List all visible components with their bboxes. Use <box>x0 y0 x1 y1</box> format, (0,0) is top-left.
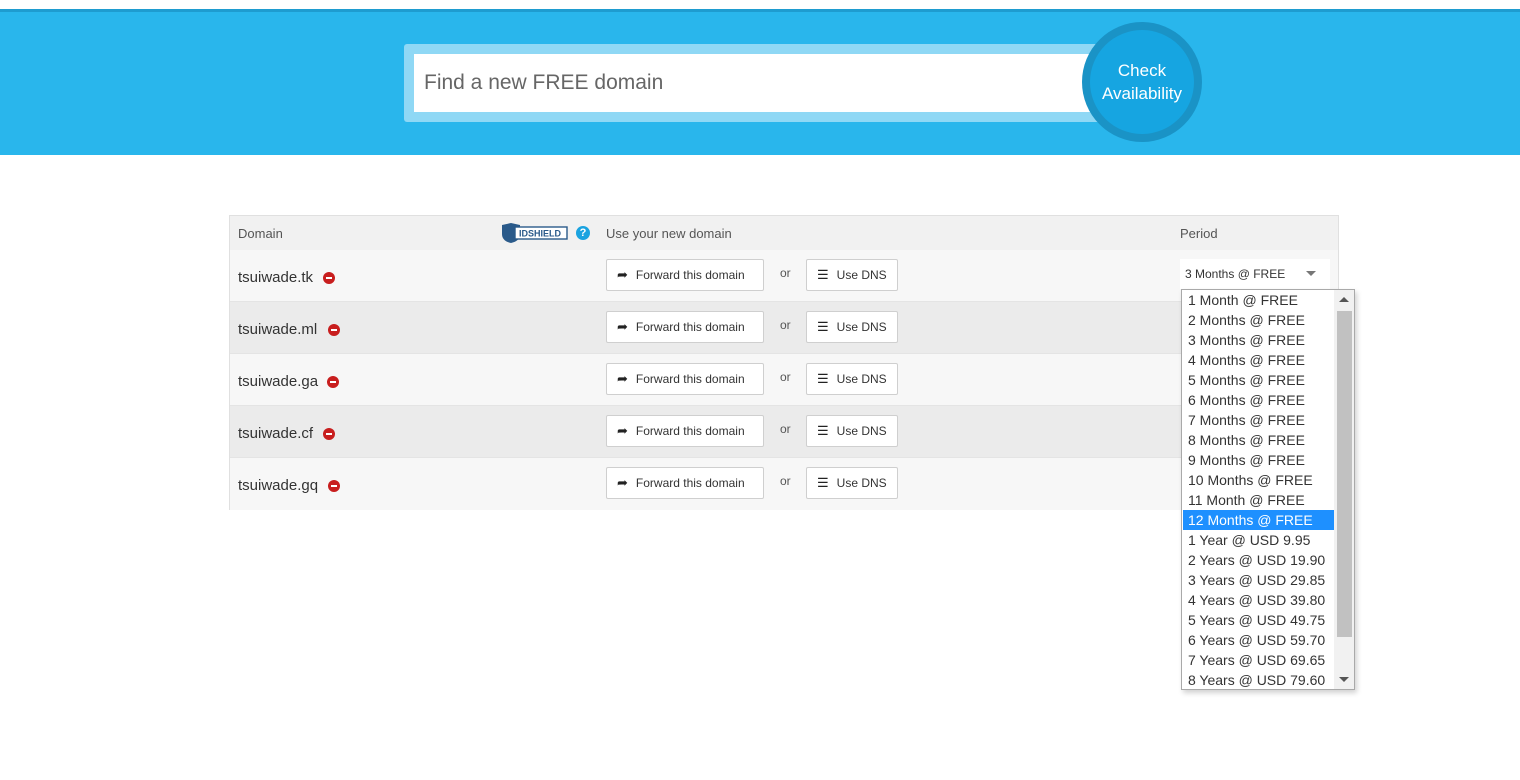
dropdown-scrollbar[interactable] <box>1334 290 1354 689</box>
check-button-label-line2: Availability <box>1101 84 1182 103</box>
or-label: or <box>780 474 791 488</box>
period-option[interactable]: 7 Years @ USD 69.65 <box>1183 650 1334 670</box>
header-domain: Domain <box>238 226 283 241</box>
share-arrow-icon: ➦ <box>617 475 628 490</box>
table-row: tsuiwade.ga ➦ Forward this domain or ☰ Use… <box>230 354 1338 406</box>
header-period: Period <box>1180 226 1218 241</box>
period-select[interactable]: 3 Months @ FREE <box>1180 259 1330 289</box>
forward-label: Forward this domain <box>635 476 745 490</box>
period-option[interactable]: 10 Months @ FREE <box>1183 470 1334 490</box>
table-row: tsuiwade.tk ➦ Forward this domain or ☰ Use… <box>230 250 1338 302</box>
list-icon: ☰ <box>817 475 829 490</box>
remove-circle-icon[interactable] <box>328 324 340 336</box>
period-option[interactable]: 11 Month @ FREE <box>1183 490 1334 510</box>
period-option[interactable]: 5 Years @ USD 49.75 <box>1183 610 1334 630</box>
chevron-down-icon <box>1306 271 1316 276</box>
top-strip <box>0 0 1520 9</box>
question-circle-icon[interactable]: ? <box>576 226 590 240</box>
use-dns-button[interactable]: ☰ Use DNS <box>806 311 898 343</box>
forward-label: Forward this domain <box>635 372 745 386</box>
list-icon: ☰ <box>817 267 829 282</box>
forward-domain-button[interactable]: ➦ Forward this domain <box>606 363 764 395</box>
period-option[interactable]: 7 Months @ FREE <box>1183 410 1334 430</box>
or-label: or <box>780 266 791 280</box>
domain-search-input[interactable] <box>414 54 1114 112</box>
period-select-value: 3 Months @ FREE <box>1185 267 1286 281</box>
dns-label: Use DNS <box>836 268 887 282</box>
forward-label: Forward this domain <box>635 320 745 334</box>
remove-circle-icon[interactable] <box>323 272 335 284</box>
domain-name: tsuiwade.cf <box>238 425 314 442</box>
table-row: tsuiwade.gq ➦ Forward this domain or ☰ Use… <box>230 458 1338 510</box>
or-label: or <box>780 370 791 384</box>
scroll-thumb[interactable] <box>1337 311 1352 637</box>
period-option[interactable]: 3 Years @ USD 29.85 <box>1183 570 1334 590</box>
dns-label: Use DNS <box>836 424 887 438</box>
period-option[interactable]: 1 Month @ FREE <box>1183 290 1334 310</box>
period-option[interactable]: 6 Months @ FREE <box>1183 390 1334 410</box>
domain-name: tsuiwade.ga <box>238 373 319 390</box>
forward-domain-button[interactable]: ➦ Forward this domain <box>606 259 764 291</box>
period-option[interactable]: 1 Year @ USD 9.95 <box>1183 530 1334 550</box>
scroll-up-arrow-icon[interactable] <box>1339 297 1349 302</box>
domain-name: tsuiwade.ml <box>238 321 318 338</box>
remove-circle-icon[interactable] <box>323 428 335 440</box>
check-availability-button[interactable]: Check Availability <box>1090 30 1194 134</box>
scroll-down-arrow-icon[interactable] <box>1339 677 1349 682</box>
forward-domain-button[interactable]: ➦ Forward this domain <box>606 415 764 447</box>
use-dns-button[interactable]: ☰ Use DNS <box>806 259 898 291</box>
check-button-label-line1: Check <box>1117 61 1167 80</box>
period-option[interactable]: 2 Months @ FREE <box>1183 310 1334 330</box>
remove-circle-icon[interactable] <box>327 376 339 388</box>
share-arrow-icon: ➦ <box>617 423 628 438</box>
or-label: or <box>780 318 791 332</box>
domain-results-table: Domain IDSHIELD ? Use your new domain Pe… <box>229 215 1339 510</box>
table-row: tsuiwade.ml ➦ Forward this domain or ☰ Use… <box>230 302 1338 354</box>
forward-label: Forward this domain <box>635 424 745 438</box>
period-options: 1 Month @ FREE 2 Months @ FREE 3 Months @ … <box>1183 290 1334 690</box>
forward-domain-button[interactable]: ➦ Forward this domain <box>606 467 764 499</box>
use-dns-button[interactable]: ☰ Use DNS <box>806 415 898 447</box>
remove-circle-icon[interactable] <box>328 480 340 492</box>
period-option[interactable]: 5 Months @ FREE <box>1183 370 1334 390</box>
use-dns-button[interactable]: ☰ Use DNS <box>806 363 898 395</box>
share-arrow-icon: ➦ <box>617 371 628 386</box>
share-arrow-icon: ➦ <box>617 267 628 282</box>
table-row: tsuiwade.cf ➦ Forward this domain or ☰ Use… <box>230 406 1338 458</box>
period-option[interactable]: 9 Months @ FREE <box>1183 450 1334 470</box>
period-option[interactable]: 4 Months @ FREE <box>1183 350 1334 370</box>
or-label: or <box>780 422 791 436</box>
share-arrow-icon: ➦ <box>617 319 628 334</box>
period-option[interactable]: 8 Months @ FREE <box>1183 430 1334 450</box>
use-dns-button[interactable]: ☰ Use DNS <box>806 467 898 499</box>
period-option[interactable]: 12 Months @ FREE <box>1183 510 1334 530</box>
dns-label: Use DNS <box>836 476 887 490</box>
dns-label: Use DNS <box>836 372 887 386</box>
period-option[interactable]: 8 Years @ USD 79.60 <box>1183 670 1334 690</box>
period-option[interactable]: 3 Months @ FREE <box>1183 330 1334 350</box>
period-option[interactable]: 6 Years @ USD 59.70 <box>1183 630 1334 650</box>
forward-domain-button[interactable]: ➦ Forward this domain <box>606 311 764 343</box>
idshield-logo: IDSHIELD <box>502 223 568 243</box>
header-use-domain: Use your new domain <box>606 226 732 241</box>
period-dropdown-list[interactable]: 1 Month @ FREE 2 Months @ FREE 3 Months @ … <box>1181 289 1355 690</box>
list-icon: ☰ <box>817 371 829 386</box>
idshield-logo-text: IDSHIELD <box>519 229 562 239</box>
period-option[interactable]: 2 Years @ USD 19.90 <box>1183 550 1334 570</box>
forward-label: Forward this domain <box>635 268 745 282</box>
table-header: Domain IDSHIELD ? Use your new domain Pe… <box>230 216 1338 251</box>
domain-name: tsuiwade.gq <box>238 477 319 494</box>
dns-label: Use DNS <box>836 320 887 334</box>
list-icon: ☰ <box>817 423 829 438</box>
period-option[interactable]: 4 Years @ USD 39.80 <box>1183 590 1334 610</box>
domain-name: tsuiwade.tk <box>238 269 314 286</box>
list-icon: ☰ <box>817 319 829 334</box>
